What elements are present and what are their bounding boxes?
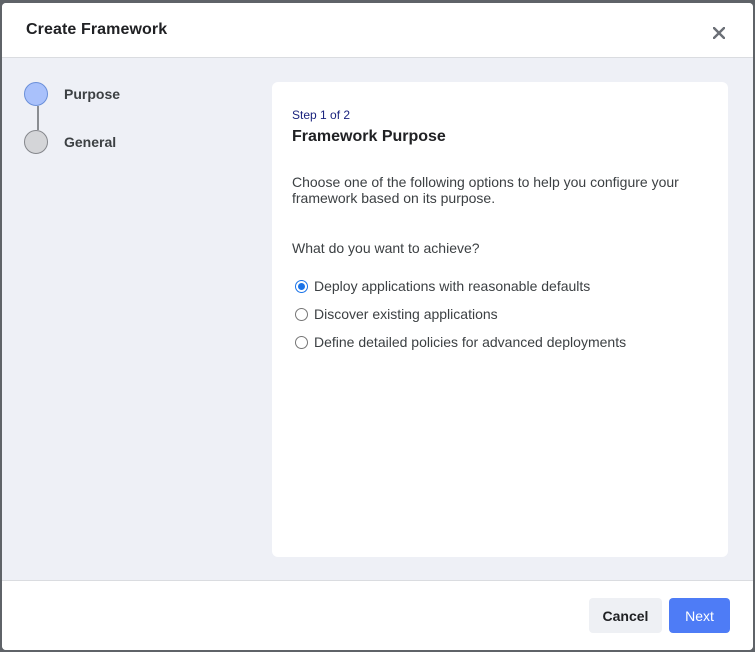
option-discover-existing[interactable]: Discover existing applications <box>292 300 708 328</box>
step-purpose[interactable]: Purpose <box>24 82 120 106</box>
step-label: General <box>64 134 117 150</box>
question-label: What do you want to achieve? <box>292 240 480 256</box>
stepper: Purpose General <box>2 58 272 580</box>
create-framework-dialog: Create Framework Purpose General Step 1 … <box>2 3 753 650</box>
step-indicator-active-icon <box>24 82 48 106</box>
close-icon <box>713 27 725 39</box>
step-indicator-inactive-icon <box>24 130 48 154</box>
radio-selected[interactable] <box>295 279 308 293</box>
purpose-card: Step 1 of 2 Framework Purpose Choose one… <box>272 82 728 557</box>
dialog-body: Purpose General Step 1 of 2 Framework Pu… <box>2 58 753 580</box>
cancel-button[interactable]: Cancel <box>589 598 662 633</box>
card-description: Choose one of the following options to h… <box>292 174 679 206</box>
option-define-policies[interactable]: Define detailed policies for advanced de… <box>292 328 708 356</box>
dialog-title: Create Framework <box>26 21 168 38</box>
purpose-options: Deploy applications with reasonable defa… <box>292 272 708 356</box>
option-label: Define detailed policies for advanced de… <box>314 334 627 350</box>
dialog-header: Create Framework <box>2 3 753 58</box>
option-deploy-defaults[interactable]: Deploy applications with reasonable defa… <box>292 272 708 300</box>
step-general[interactable]: General <box>24 130 116 154</box>
next-button[interactable]: Next <box>669 598 730 633</box>
card-title: Framework Purpose <box>292 128 446 145</box>
step-label: Purpose <box>64 86 121 102</box>
option-label: Discover existing applications <box>314 306 498 322</box>
dialog-footer: Cancel Next <box>2 580 753 650</box>
radio-unselected[interactable] <box>295 335 308 349</box>
step-counter: Step 1 of 2 <box>292 108 351 122</box>
close-button[interactable] <box>709 23 729 43</box>
option-label: Deploy applications with reasonable defa… <box>314 278 591 294</box>
step-connector <box>37 106 39 130</box>
radio-unselected[interactable] <box>295 307 308 321</box>
